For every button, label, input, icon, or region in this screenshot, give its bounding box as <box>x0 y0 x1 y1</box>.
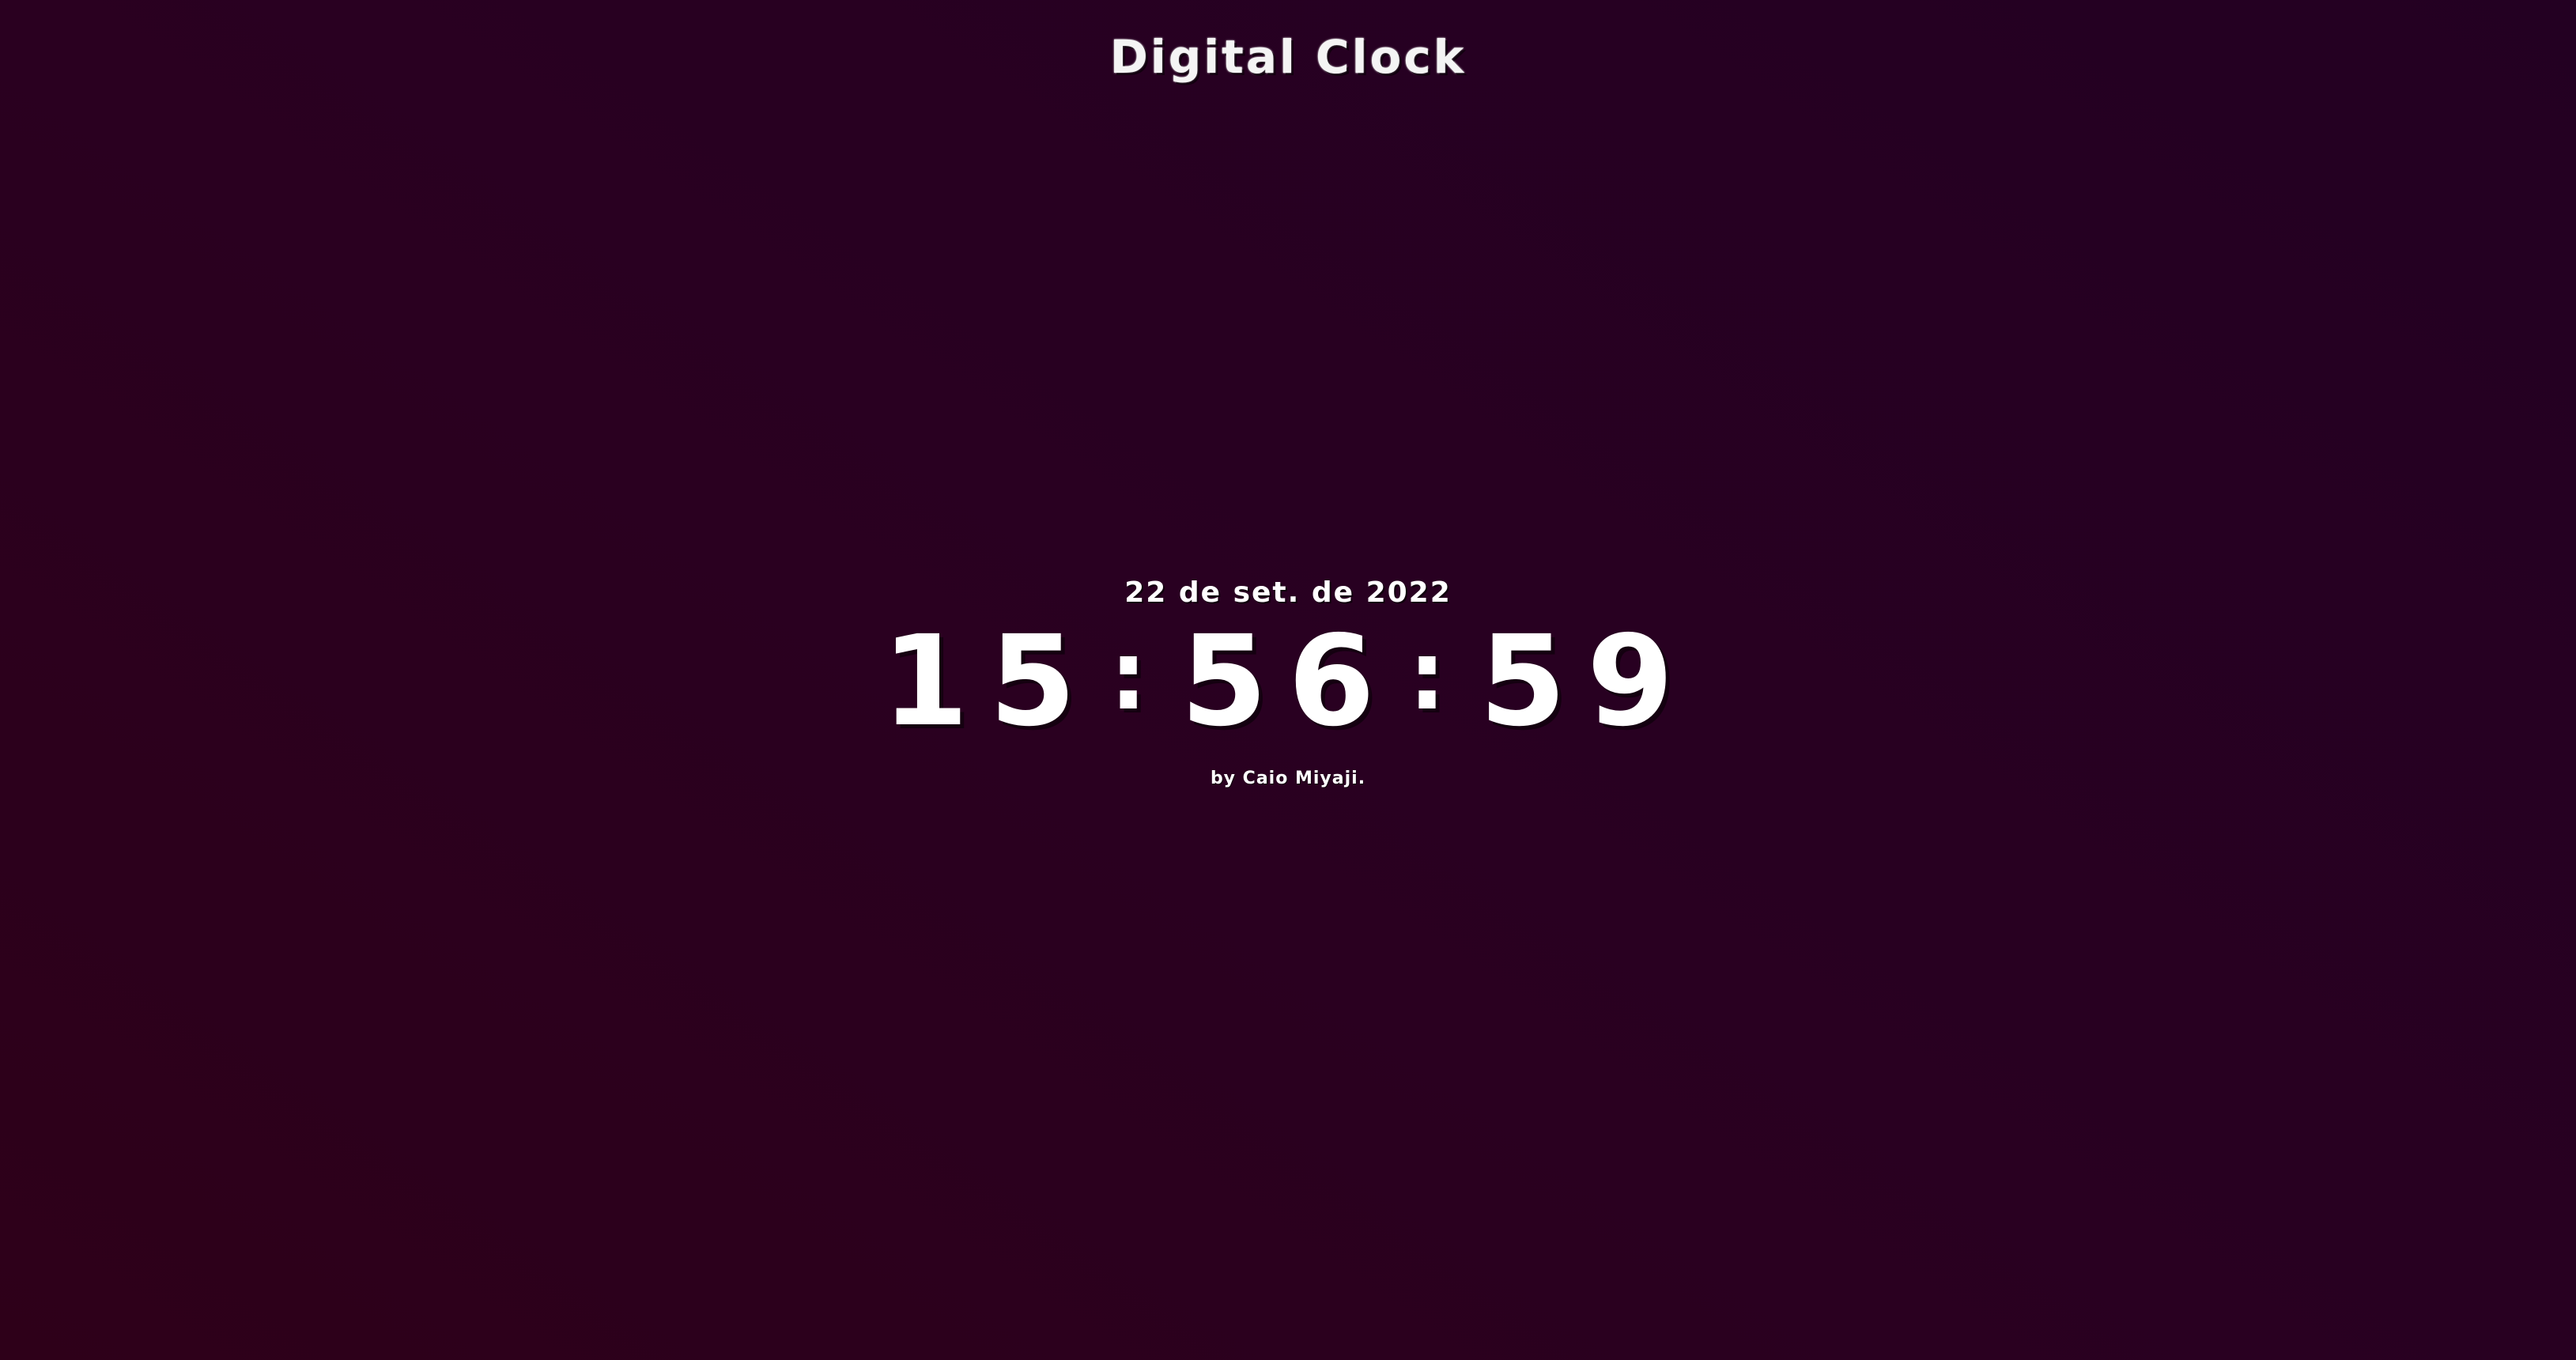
clock-page: Digital Clock 22 de set. de 2022 15 : 56… <box>0 0 2576 1360</box>
clock-date: 22 de set. de 2022 <box>1124 576 1452 609</box>
clock-container: 22 de set. de 2022 15 : 56 : 59 by Caio … <box>0 572 2576 788</box>
clock-time: 15 : 56 : 59 <box>0 609 2576 754</box>
author-credit: by Caio Miyaji. <box>1210 769 1366 788</box>
clock-minutes: 56 <box>1180 609 1396 754</box>
clock-seconds: 59 <box>1479 609 1694 754</box>
clock-separator: : <box>1109 621 1148 731</box>
clock-separator: : <box>1407 621 1446 731</box>
page-title: Digital Clock <box>1109 30 1467 84</box>
clock-hours: 15 <box>882 609 1097 754</box>
